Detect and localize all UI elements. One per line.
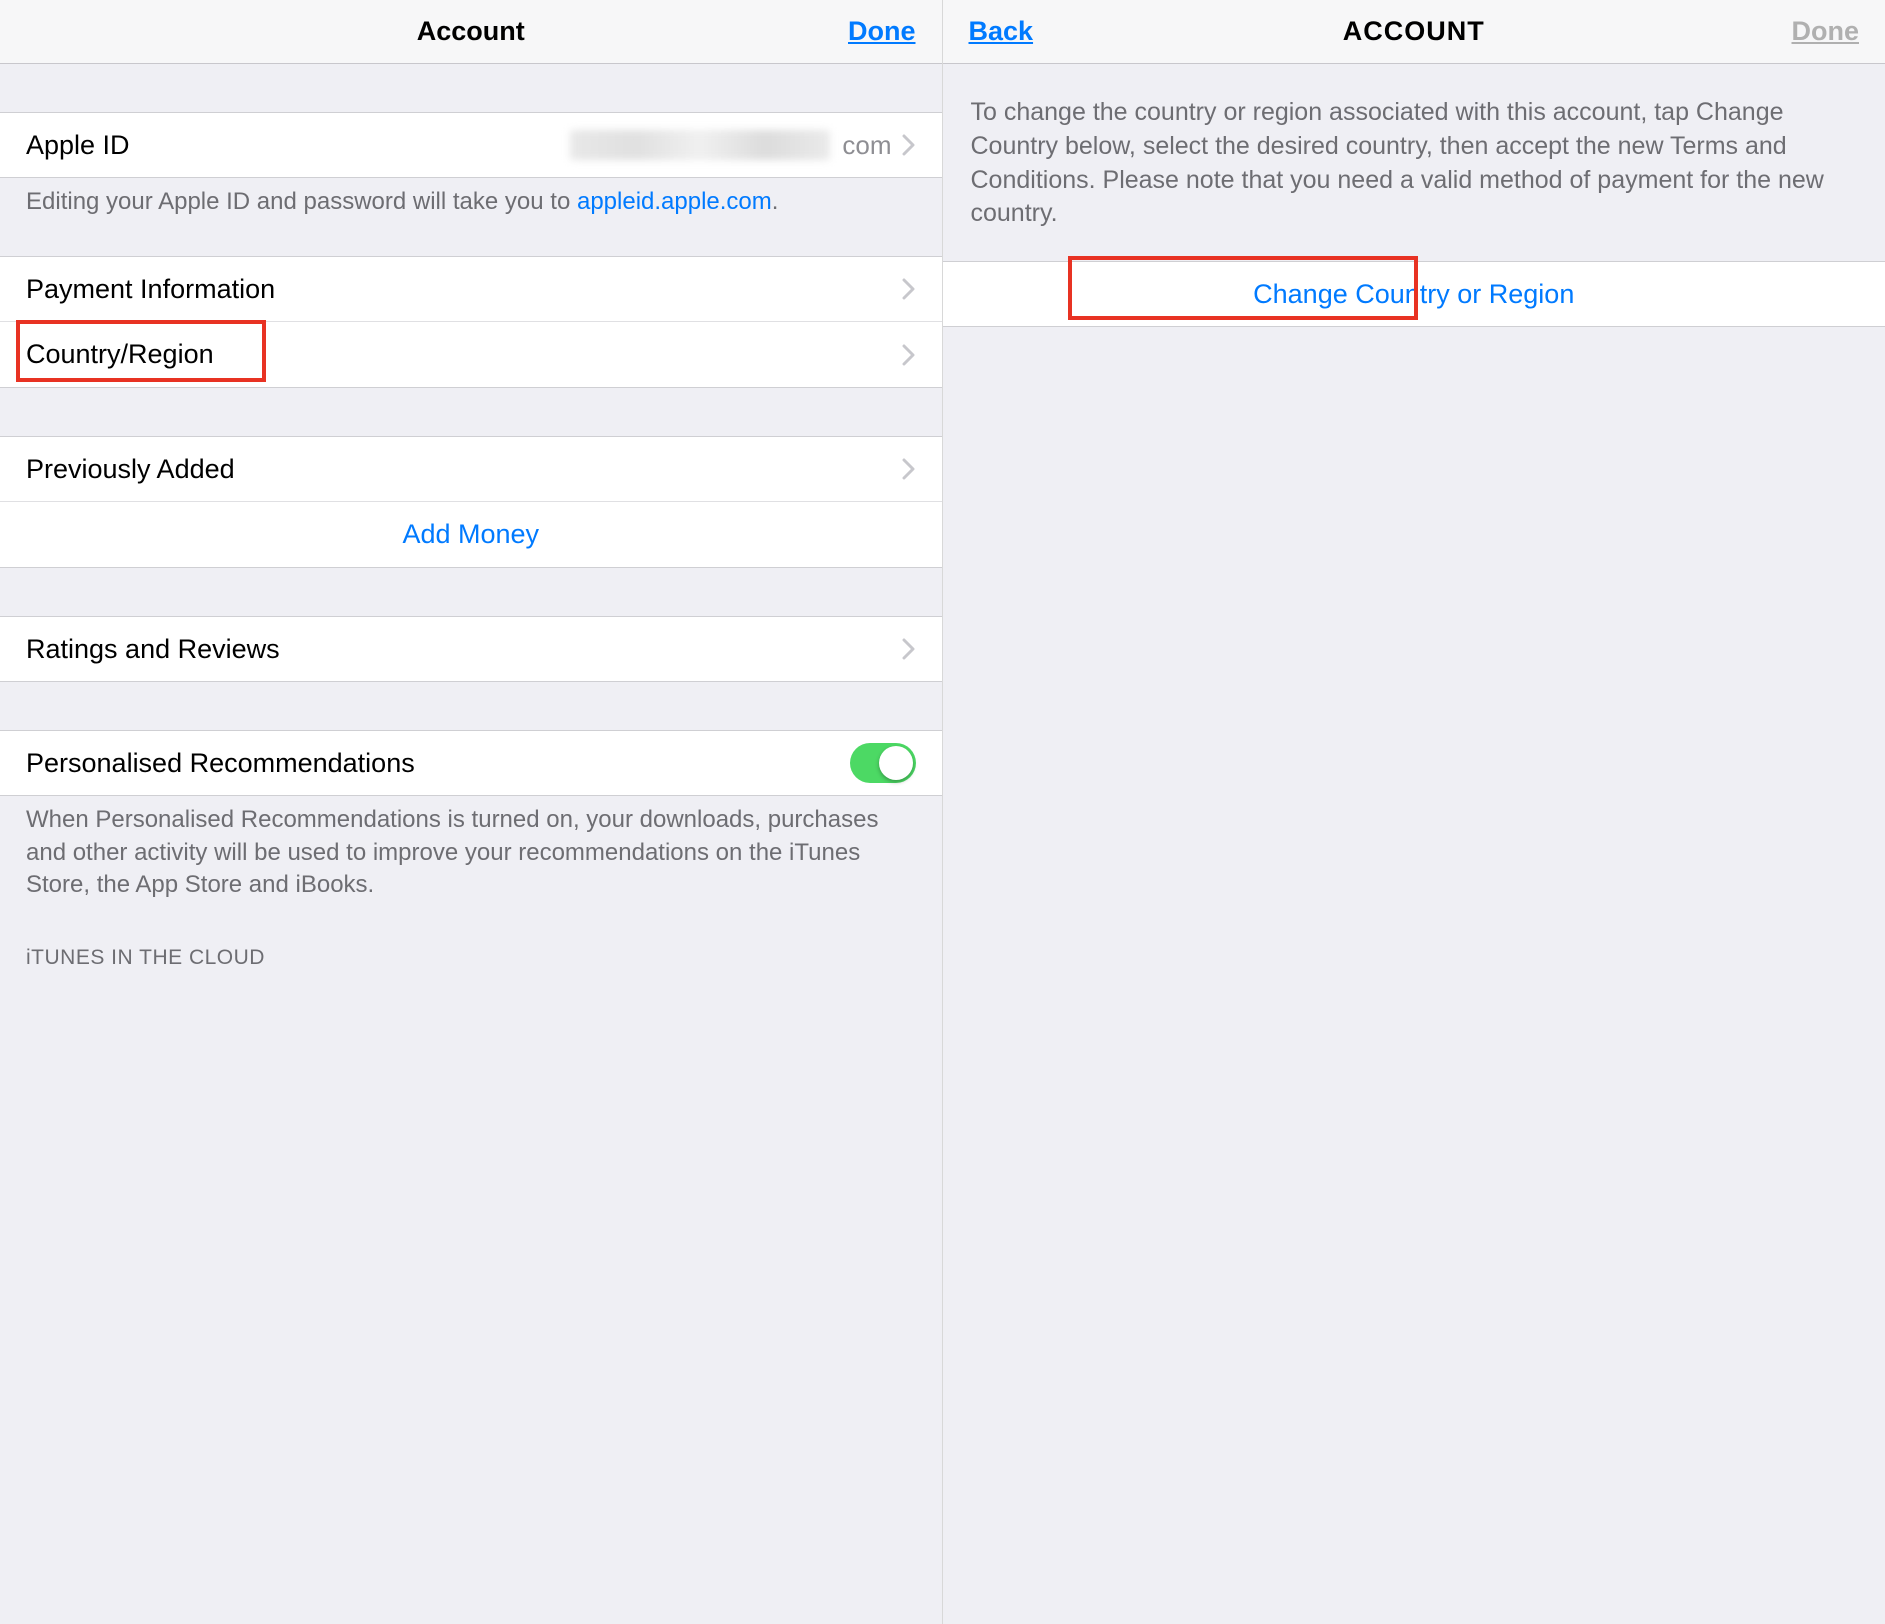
previously-added-label: Previously Added [26,454,235,485]
ratings-reviews-label: Ratings and Reviews [26,634,280,665]
done-button[interactable]: Done [848,16,916,47]
chevron-right-icon [902,638,916,660]
navbar-left: Account Done [0,0,942,64]
chevron-right-icon [902,458,916,480]
payment-label: Payment Information [26,274,275,305]
navbar-right: Back ACCOUNT Done [943,0,1885,64]
apple-id-value-suffix: com [842,130,891,161]
account-settings-panel: Account Done Apple ID com Editing your A… [0,0,943,1624]
apple-id-value-blurred [570,130,830,160]
payment-information-row[interactable]: Payment Information [0,256,942,322]
previously-added-row[interactable]: Previously Added [0,436,942,502]
itunes-cloud-header: iTUNES IN THE CLOUD [0,918,942,980]
apple-id-row[interactable]: Apple ID com [0,112,942,178]
apple-id-footer: Editing your Apple ID and password will … [0,178,942,234]
page-title: Account [0,16,942,47]
apple-id-label: Apple ID [26,130,130,161]
change-country-button[interactable]: Change Country or Region [943,261,1885,327]
change-country-panel: Back ACCOUNT Done To change the country … [943,0,1885,1624]
appleid-link[interactable]: appleid.apple.com [577,188,772,215]
page-title: ACCOUNT [943,16,1885,47]
chevron-right-icon [902,344,916,366]
personalised-toggle[interactable] [850,743,916,783]
country-region-row[interactable]: Country/Region [0,322,942,388]
change-country-instructions: To change the country or region associat… [943,64,1885,261]
back-button[interactable]: Back [969,16,1034,47]
done-button-disabled: Done [1792,16,1860,47]
add-money-button[interactable]: Add Money [0,502,942,568]
chevron-right-icon [902,278,916,300]
country-region-label: Country/Region [26,339,214,370]
personalised-footer: When Personalised Recommendations is tur… [0,796,942,917]
personalised-recommendations-row: Personalised Recommendations [0,730,942,796]
ratings-reviews-row[interactable]: Ratings and Reviews [0,616,942,682]
chevron-right-icon [902,134,916,156]
personalised-label: Personalised Recommendations [26,748,415,779]
